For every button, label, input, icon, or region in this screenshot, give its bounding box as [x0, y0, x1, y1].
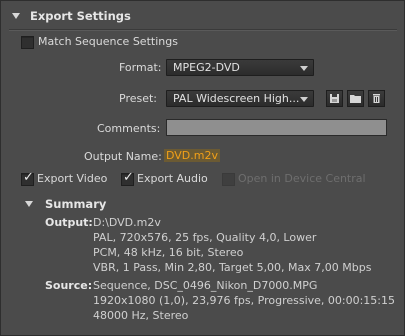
match-sequence-label: Match Sequence Settings — [38, 35, 178, 48]
preset-value: PAL Widescreen High... — [173, 92, 300, 105]
summary-source-line: 48000 Hz, Stereo — [93, 309, 189, 322]
import-preset-button[interactable] — [347, 90, 364, 107]
summary-output-line: D:\DVD.m2v — [93, 216, 161, 229]
chevron-down-icon — [300, 97, 308, 102]
format-label: Format: — [119, 61, 162, 74]
summary-header[interactable]: Summary — [1, 193, 404, 213]
summary-output-line: PCM, 48 kHz, 16 bit, Stereo — [93, 246, 244, 259]
collapse-triangle-icon[interactable] — [12, 13, 20, 19]
summary-source-line: 1920x1080 (1,0), 23,976 fps, Progressive… — [93, 294, 396, 307]
export-settings-panel: Export Settings Match Sequence Settings … — [0, 0, 405, 336]
output-name-label: Output Name: — [84, 150, 162, 163]
device-central-label: Open in Device Central — [238, 172, 366, 185]
export-video-label: Export Video — [37, 172, 108, 185]
collapse-triangle-icon[interactable] — [25, 201, 33, 207]
preset-label: Preset: — [119, 92, 158, 105]
comments-label: Comments: — [97, 122, 161, 135]
preset-select[interactable]: PAL Widescreen High... — [166, 90, 314, 107]
export-settings-header[interactable]: Export Settings — [1, 1, 404, 29]
match-sequence-checkbox[interactable] — [21, 36, 34, 49]
summary-output-lines: D:\DVD.m2v PAL, 720x576, 25 fps, Quality… — [93, 216, 371, 276]
format-value: MPEG2-DVD — [173, 61, 240, 74]
delete-preset-button[interactable] — [368, 90, 385, 107]
export-audio-label: Export Audio — [137, 172, 208, 185]
summary-output-line: VBR, 1 Pass, Min 2,80, Target 5,00, Max … — [93, 261, 372, 274]
export-audio-row[interactable]: ✓ Export Audio — [121, 170, 211, 187]
trash-icon — [373, 94, 380, 103]
summary-title: Summary — [45, 197, 107, 211]
export-audio-checkbox[interactable]: ✓ — [121, 170, 134, 186]
save-icon — [330, 94, 339, 103]
device-central-checkbox — [222, 173, 235, 186]
export-video-row[interactable]: ✓ Export Video — [21, 170, 111, 187]
output-name-link[interactable]: DVD.m2v — [164, 149, 220, 162]
save-preset-button[interactable] — [326, 90, 343, 107]
chevron-down-icon — [300, 66, 308, 71]
folder-icon — [350, 95, 361, 103]
summary-output-line: PAL, 720x576, 25 fps, Quality 4,0, Lower — [93, 231, 317, 244]
section-title: Export Settings — [30, 9, 131, 23]
device-central-row: Open in Device Central — [222, 172, 366, 187]
summary-source-key: Source: — [45, 279, 93, 292]
summary-output-key: Output: — [45, 216, 93, 229]
format-select[interactable]: MPEG2-DVD — [166, 59, 314, 76]
export-video-checkbox[interactable]: ✓ — [21, 170, 34, 186]
summary-source-lines: Sequence, DSC_0496_Nikon_D7000.MPG 1920x… — [93, 279, 395, 324]
checkmark-icon: ✓ — [23, 170, 34, 185]
summary-source-line: Sequence, DSC_0496_Nikon_D7000.MPG — [93, 279, 318, 292]
checkmark-icon: ✓ — [123, 170, 134, 185]
header-divider — [9, 29, 397, 31]
comments-field[interactable] — [166, 119, 387, 136]
match-sequence-row[interactable]: Match Sequence Settings — [21, 35, 211, 50]
